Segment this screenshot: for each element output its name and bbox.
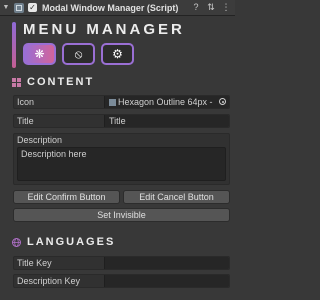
preset-icon[interactable]: ⇅	[206, 2, 216, 13]
icon-object-field[interactable]: Hexagon Outline 64px -	[104, 96, 229, 108]
tab-settings[interactable]: ⚙	[101, 43, 134, 65]
component-header: ▼ ✓ Modal Window Manager (Script) ? ⇅ ⋮	[0, 0, 235, 16]
title-input-wrap	[104, 115, 229, 127]
gear-icon: ⚙	[112, 47, 123, 61]
icon-object-value: Hexagon Outline 64px -	[118, 97, 213, 107]
script-icon	[14, 2, 24, 13]
title-input[interactable]	[109, 115, 229, 127]
set-invisible-button[interactable]: Set Invisible	[13, 208, 230, 222]
edit-cancel-button[interactable]: Edit Cancel Button	[123, 190, 230, 204]
description-key-label: Description Key	[17, 276, 81, 286]
tab-bar: ❋ ⦸ ⚙	[23, 43, 134, 65]
icon-field-label: Icon	[17, 97, 35, 107]
content-section-title: CONTENT	[27, 76, 95, 88]
tab-content[interactable]: ❋	[23, 43, 56, 65]
globe-icon	[12, 237, 21, 247]
enabled-checkbox[interactable]: ✓	[28, 3, 37, 12]
grid-icon: ❋	[34, 47, 45, 61]
languages-section-title: LANGUAGES	[27, 236, 116, 248]
title-key-field: Title Key	[13, 256, 230, 270]
title-field: Title	[13, 114, 230, 128]
edit-confirm-button[interactable]: Edit Confirm Button	[13, 190, 120, 204]
object-picker-icon[interactable]	[219, 98, 226, 105]
content-section-header: CONTENT	[12, 76, 94, 88]
sprite-icon	[109, 99, 116, 106]
description-field-label: Description	[17, 135, 63, 145]
header-tools: ? ⇅ ⋮	[191, 2, 231, 13]
tab-resources[interactable]: ⦸	[62, 43, 95, 65]
description-key-field: Description Key	[13, 274, 230, 288]
title-key-input[interactable]	[109, 257, 229, 269]
compass-icon: ⦸	[74, 46, 83, 61]
more-icon[interactable]: ⋮	[221, 2, 231, 13]
component-title: Modal Window Manager (Script)	[42, 2, 179, 13]
content-section-icon	[12, 77, 21, 87]
fold-arrow-icon[interactable]: ▼	[0, 4, 12, 11]
languages-section-header: LANGUAGES	[12, 236, 115, 248]
title-accent-bar	[12, 22, 16, 68]
description-key-input[interactable]	[109, 275, 229, 287]
description-field: Description Description here	[13, 133, 230, 185]
title-key-input-wrap	[104, 257, 229, 269]
page-title: MENU MANAGER	[23, 21, 185, 38]
description-key-input-wrap	[104, 275, 229, 287]
help-icon[interactable]: ?	[191, 2, 201, 13]
title-key-label: Title Key	[17, 258, 52, 268]
description-input[interactable]: Description here	[17, 147, 226, 181]
title-field-label: Title	[17, 116, 34, 126]
icon-field: Icon Hexagon Outline 64px -	[13, 95, 230, 109]
